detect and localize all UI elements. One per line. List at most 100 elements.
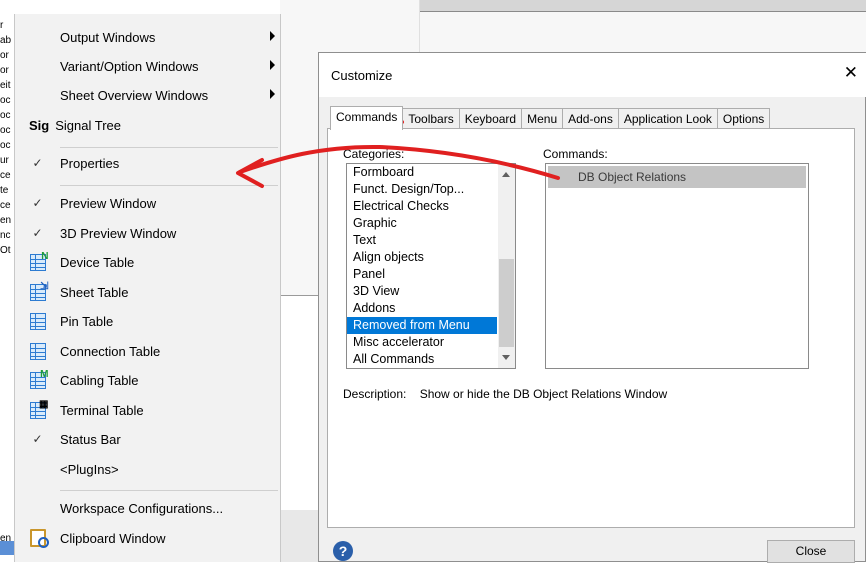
menu-item-device-table[interactable]: N Device Table xyxy=(15,247,281,277)
scroll-thumb[interactable] xyxy=(499,259,514,347)
background-text: or xyxy=(0,65,9,76)
device-table-icon: N xyxy=(29,251,49,271)
submenu-arrow-icon xyxy=(270,60,275,70)
signal-tree-icon: Sig xyxy=(29,117,50,133)
background-text: oc xyxy=(0,125,11,136)
category-item[interactable]: Text xyxy=(347,232,497,249)
pin-table-icon xyxy=(29,312,46,330)
check-icon: ✓ xyxy=(32,226,43,240)
menu-item-sheet-overview-windows[interactable]: Sheet Overview Windows xyxy=(15,80,281,110)
menu-item-label: Terminal Table xyxy=(60,402,144,418)
submenu-arrow-icon xyxy=(270,89,275,99)
check-icon: ✓ xyxy=(32,196,43,210)
command-item[interactable]: DB Object Relations xyxy=(548,166,806,188)
background-panel-lower xyxy=(280,510,320,562)
menu-item-output-windows[interactable]: Output Windows xyxy=(15,22,281,52)
menu-item-label: Clipboard Window xyxy=(60,530,166,546)
menu-item-label: 3D Preview Window xyxy=(60,225,177,241)
background-text: oc xyxy=(0,110,11,121)
tab-menu[interactable]: Menu xyxy=(521,108,564,130)
tab-keyboard[interactable]: Keyboard xyxy=(458,108,523,130)
categories-scrollbar[interactable] xyxy=(498,164,515,368)
menu-item-cabling-table[interactable]: M Cabling Table xyxy=(15,365,281,395)
category-item[interactable]: Funct. Design/Top... xyxy=(347,181,497,198)
category-item[interactable]: Formboard xyxy=(347,164,497,181)
menu-item-workspace-configurations[interactable]: Workspace Configurations... xyxy=(15,493,281,523)
background-text: eit xyxy=(0,80,11,91)
check-icon: ✓ xyxy=(32,156,43,170)
menu-item-label: Cabling Table xyxy=(60,372,139,388)
category-item[interactable]: All Commands xyxy=(347,351,497,368)
menu-item-signal-tree[interactable]: Sig Signal Tree xyxy=(15,110,281,140)
background-text: en xyxy=(0,215,12,226)
close-button[interactable]: Close xyxy=(767,540,855,563)
dialog-title: Customize xyxy=(331,68,393,83)
tab-commands[interactable]: Commands xyxy=(330,106,404,130)
background-text: nc xyxy=(0,230,11,241)
menu-item-label: Sheet Table xyxy=(60,284,129,300)
background-text: te xyxy=(0,185,9,196)
menu-item-clipboard-window[interactable]: Clipboard Window xyxy=(15,523,281,553)
help-icon[interactable]: ? xyxy=(333,541,353,561)
menu-item-label: Preview Window xyxy=(60,195,157,211)
category-item-selected[interactable]: Removed from Menu xyxy=(347,317,497,334)
background-text: ab xyxy=(0,35,12,46)
menu-item-connection-table[interactable]: Connection Table xyxy=(15,336,281,366)
description-value: Show or hide the DB Object Relations Win… xyxy=(419,387,668,401)
customize-dialog: Customize ✕ Commands Toolbars Keyboard M… xyxy=(318,52,866,563)
background-text: ce xyxy=(0,170,11,181)
scroll-down-icon[interactable] xyxy=(502,355,510,360)
tab-bar: Commands Toolbars Keyboard Menu Add-ons … xyxy=(330,106,771,130)
sheet-table-icon: ⇲ xyxy=(29,281,49,301)
menu-item-label: Workspace Configurations... xyxy=(60,500,224,516)
dialog-title-bar: Customize ✕ xyxy=(319,53,866,97)
background-text: r xyxy=(0,20,4,31)
menu-item-sheet-table[interactable]: ⇲ Sheet Table xyxy=(15,277,281,307)
menu-item-3d-preview-window[interactable]: ✓ 3D Preview Window xyxy=(15,218,281,248)
menu-item-terminal-table[interactable]: ▦ Terminal Table xyxy=(15,395,281,425)
menu-item-label: Status Bar xyxy=(60,431,121,447)
description-label: Description: xyxy=(343,387,407,401)
category-item[interactable]: Panel xyxy=(347,266,497,283)
tab-options[interactable]: Options xyxy=(716,108,771,130)
cabling-table-icon: M xyxy=(29,369,49,389)
categories-label: Categories: xyxy=(343,147,405,161)
clipboard-icon xyxy=(29,529,49,548)
close-icon[interactable]: ✕ xyxy=(844,63,858,83)
menu-item-label: Pin Table xyxy=(60,313,114,329)
submenu-arrow-icon xyxy=(270,31,275,41)
category-item[interactable]: Addons xyxy=(347,300,497,317)
background-text: oc xyxy=(0,95,11,106)
category-item[interactable]: 3D View xyxy=(347,283,497,300)
commands-list[interactable]: DB Object Relations xyxy=(545,163,809,369)
tab-application-look[interactable]: Application Look xyxy=(617,108,718,130)
menu-item-pin-table[interactable]: Pin Table xyxy=(15,306,281,336)
menu-item-label: Output Windows xyxy=(60,29,156,45)
category-item[interactable]: Misc accelerator xyxy=(347,334,497,351)
menu-separator xyxy=(60,185,278,186)
category-item[interactable]: Graphic xyxy=(347,215,497,232)
menu-item-plugins[interactable]: <PlugIns> xyxy=(15,454,281,484)
menu-item-label: Device Table xyxy=(60,254,135,270)
menu-item-variant-option-windows[interactable]: Variant/Option Windows xyxy=(15,51,281,81)
background-panel-right xyxy=(420,12,866,52)
background-text-strip: r ab or or eit oc oc oc oc ur ce te ce e… xyxy=(0,0,14,562)
scroll-up-icon[interactable] xyxy=(502,172,510,177)
menu-item-label: Sheet Overview Windows xyxy=(60,87,209,103)
menu-item-label: Signal Tree xyxy=(55,117,121,133)
tab-toolbars[interactable]: Toolbars xyxy=(402,108,460,130)
menu-item-label: <PlugIns> xyxy=(60,461,119,477)
check-icon: ✓ xyxy=(32,432,43,446)
background-text: or xyxy=(0,50,9,61)
menu-item-status-bar[interactable]: ✓ Status Bar xyxy=(15,424,281,454)
category-item[interactable]: Electrical Checks xyxy=(347,198,497,215)
menu-item-preview-window[interactable]: ✓ Preview Window xyxy=(15,188,281,218)
categories-list[interactable]: Formboard Funct. Design/Top... Electrica… xyxy=(346,163,516,369)
menu-separator xyxy=(60,490,278,491)
menu-item-properties[interactable]: ✓ Properties xyxy=(15,148,281,178)
background-text: Ot xyxy=(0,245,11,256)
tab-add-ons[interactable]: Add-ons xyxy=(562,108,619,130)
terminal-table-icon: ▦ xyxy=(29,399,49,419)
category-item[interactable]: Align objects xyxy=(347,249,497,266)
commands-label: Commands: xyxy=(543,147,608,161)
